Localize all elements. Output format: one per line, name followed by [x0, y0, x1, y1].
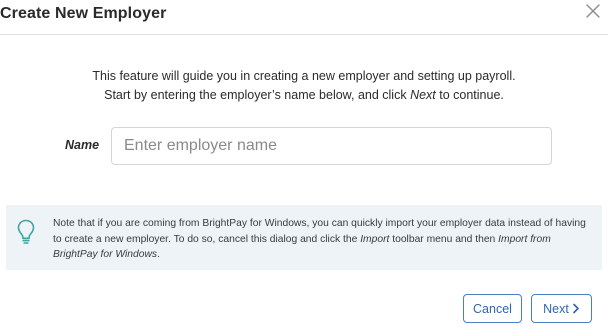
intro-line-2: Start by entering the employer’s name be…	[0, 86, 608, 105]
header-divider	[0, 34, 608, 35]
intro-text: This feature will guide you in creating …	[0, 67, 608, 105]
lightbulb-icon	[17, 219, 35, 244]
import-note-text: Note that if you are coming from BrightP…	[53, 216, 593, 263]
close-button[interactable]	[582, 0, 604, 22]
intro-line-2-prefix: Start by entering the employer’s name be…	[104, 88, 411, 102]
note-import-emphasis: Import	[360, 233, 390, 245]
note-part-3: .	[157, 249, 160, 260]
chevron-right-icon	[572, 303, 579, 314]
dialog-header: Create New Employer	[0, 0, 608, 34]
intro-line-2-suffix: to continue.	[435, 88, 504, 102]
import-note: Note that if you are coming from BrightP…	[6, 205, 602, 270]
dialog-title: Create New Employer	[0, 5, 167, 22]
cancel-button-label: Cancel	[473, 302, 512, 316]
note-part-2: toolbar menu and then	[389, 233, 499, 245]
employer-name-input[interactable]	[111, 127, 552, 165]
name-label: Name	[65, 138, 100, 152]
next-button-label: Next	[543, 302, 569, 316]
intro-next-emphasis: Next	[410, 88, 436, 102]
close-icon	[586, 4, 600, 18]
next-button[interactable]: Next	[531, 294, 592, 323]
name-row: Name	[0, 127, 608, 165]
cancel-button[interactable]: Cancel	[463, 294, 522, 323]
create-employer-dialog: Create New Employer This feature will gu…	[0, 0, 608, 332]
intro-line-1: This feature will guide you in creating …	[92, 69, 516, 83]
